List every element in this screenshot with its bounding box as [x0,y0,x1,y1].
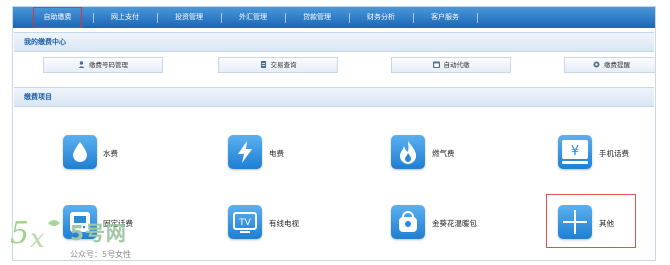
svg-text:x: x [30,224,45,253]
flame-icon [391,135,425,169]
watermark-logo: 5 x 5号网 公众号：5号女性 [8,213,158,263]
bag-icon [391,205,425,239]
nav-item-finance[interactable]: 财务分析 [355,7,407,28]
project-warm-pack-label: 金葵花温暖包 [432,219,477,228]
project-mobile-label: 手机话费 [599,149,629,158]
logo-text: 5号网 [70,221,127,245]
calendar-icon [432,59,440,68]
mobile-yen-icon: ¥ [558,135,592,169]
nav-item-self-pay[interactable]: 自助缴费 [33,7,82,28]
nav-item-investment[interactable]: 投资管理 [163,7,215,28]
nav-item-forex[interactable]: 外汇管理 [227,7,279,28]
svg-text:TV: TV [238,218,251,228]
payment-center-title: 我的缴费中心 [24,38,66,46]
number-manage-button[interactable]: 缴费号码管理 [43,57,163,73]
project-cable-tv-label: 有线电视 [269,219,299,228]
nav-item-online-pay[interactable]: 网上支付 [99,7,151,28]
tv-icon: TV [228,205,262,239]
payment-reminder-button[interactable]: 缴费提醒 [564,57,655,73]
svg-text:¥: ¥ [571,144,579,159]
logo-caption: 公众号：5号女性 [70,250,132,259]
document-icon [260,59,267,68]
nav-item-service[interactable]: 客户服务 [419,7,471,28]
logo-mark-icon: 5 x [10,216,60,253]
gear-icon [593,59,600,68]
payment-projects-title: 缴费项目 [24,93,52,101]
project-electricity-label: 电费 [269,149,284,158]
lightning-icon [228,135,262,169]
payment-center-header: 我的缴费中心 [14,32,654,52]
auto-pay-button[interactable]: 自动代缴 [391,57,511,73]
top-nav: 自助缴费 网上支付 投资管理 外汇管理 贷款管理 财务分析 客户服务 [13,7,655,28]
project-water-label: 水费 [103,149,118,158]
water-drop-icon [63,135,97,169]
nav-item-loan[interactable]: 贷款管理 [291,7,343,28]
project-gas-label: 燃气费 [432,149,455,158]
payment-projects-header: 缴费项目 [14,87,654,107]
highlight-box [546,194,636,248]
person-icon [78,59,85,68]
svg-text:5: 5 [10,216,29,251]
transaction-query-button[interactable]: 交易查询 [218,57,338,73]
